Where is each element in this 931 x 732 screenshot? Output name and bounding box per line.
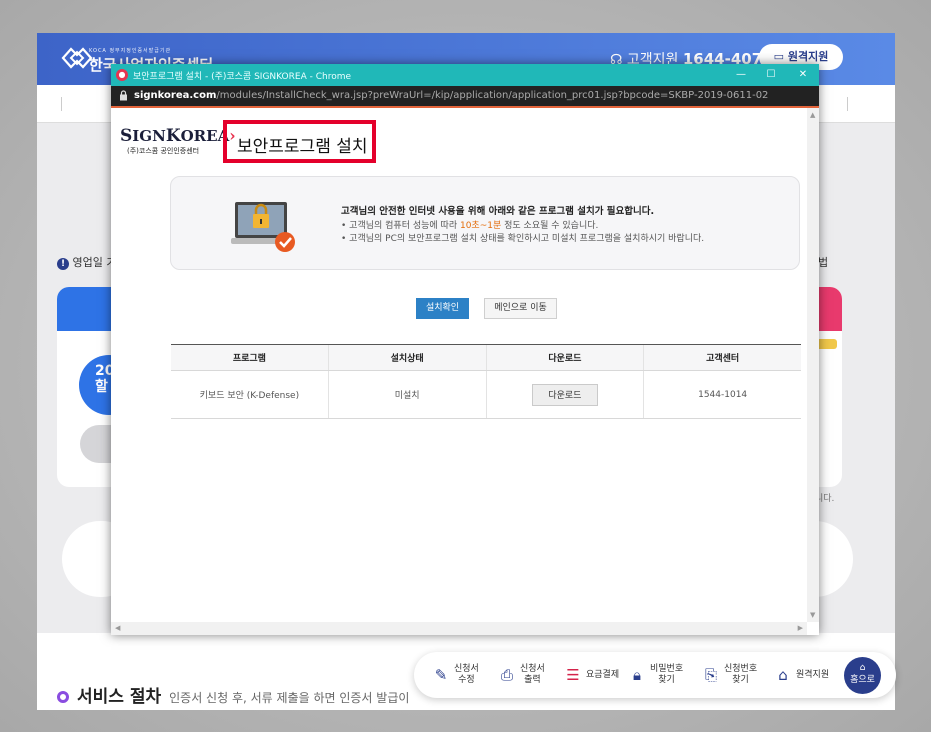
nav-divider	[847, 97, 848, 111]
popup-content: SIGNKOREA› (주)코스콤 공인인증센터 보안프로그램 설치 고객님의 …	[111, 108, 807, 622]
scroll-up-arrow-icon[interactable]: ▲	[810, 111, 815, 119]
quick-label: 신청서 출력	[520, 664, 545, 685]
url-domain: signkorea.com	[134, 90, 217, 101]
program-table: 프로그램 설치상태 다운로드 고객센터 키보드 보안 (K-Defense) 미…	[171, 344, 801, 419]
info-line1-post: 정도 소요될 수 있습니다.	[501, 221, 599, 231]
quick-label: 신청번호 찾기	[724, 664, 758, 685]
pencil-icon: ✎	[434, 666, 448, 684]
download-button[interactable]: 다운로드	[531, 383, 598, 406]
quick-edit-application[interactable]: ✎ 신청서 수정	[432, 662, 479, 688]
program-name: 키보드 보안 (K-Defense)	[171, 371, 329, 418]
minimize-button[interactable]: —	[731, 67, 751, 83]
quick-remote-support[interactable]: ⌂ 원격지원	[774, 662, 829, 688]
info-line-install: • 고객님의 PC의 보안프로그램 설치 상태를 확인하시고 미설치 프로그램을…	[341, 234, 705, 244]
table-row: 키보드 보안 (K-Defense) 미설치 다운로드 1544-1014	[171, 371, 801, 419]
page-title: 보안프로그램 설치	[223, 120, 376, 163]
quick-find-application-number[interactable]: ⎘ 신청번호 찾기	[702, 662, 757, 688]
table-header: 고객센터	[706, 354, 740, 364]
notice-left: ! 영업일 기	[57, 254, 116, 270]
scroll-right-arrow-icon[interactable]: ▶	[798, 624, 803, 632]
remote-support-label: 원격지원	[787, 50, 829, 63]
alert-icon: !	[57, 258, 69, 270]
remote-support-icon: ⌂	[778, 666, 788, 684]
window-title: 보안프로그램 설치 - (주)코스콤 SIGNKOREA - Chrome	[133, 72, 352, 82]
quick-label: 원격지원	[796, 669, 830, 680]
url-path: /modules/InstallCheck_wra.jsp?preWraUrl=…	[216, 90, 769, 101]
window-titlebar[interactable]: ● 보안프로그램 설치 - (주)코스콤 SIGNKOREA - Chrome …	[111, 64, 819, 86]
customer-center-phone: 1544-1014	[698, 389, 748, 400]
quick-payment[interactable]: ☰ 요금결제	[564, 662, 619, 688]
maximize-button[interactable]: ☐	[761, 67, 781, 83]
quick-find-password[interactable]: 🔒︎ 비밀번호 찾기	[628, 662, 683, 688]
quick-label: 신청서 수정	[454, 664, 479, 685]
vertical-scrollbar[interactable]: ▲ ▼	[807, 108, 819, 622]
home-icon: ⌂	[859, 663, 866, 673]
notice-right: 법	[818, 256, 829, 269]
quick-label: 비밀번호 찾기	[650, 664, 684, 685]
info-line-duration: • 고객님의 컴퓨터 성능에 따라 10초~1분 정도 소요될 수 있습니다.	[341, 220, 704, 233]
install-check-button[interactable]: 설치확인	[416, 298, 469, 319]
chrome-popup-window: ● 보안프로그램 설치 - (주)코스콤 SIGNKOREA - Chrome …	[111, 64, 819, 635]
info-text: 고객님의 안전한 인터넷 사용을 위해 아래와 같은 프로그램 설치가 필요합니…	[341, 205, 704, 246]
round-card-right[interactable]	[813, 521, 853, 597]
notice-left-text: 영업일 기	[72, 256, 117, 269]
lock-icon: 🔒︎	[633, 666, 641, 684]
laptop-lock-icon	[231, 202, 295, 252]
horizontal-scrollbar[interactable]: ◀ ▶	[111, 622, 807, 635]
logo-subtitle: (주)코스콤 공인인증센터	[127, 147, 200, 155]
info-headline: 고객님의 안전한 인터넷 사용을 위해 아래와 같은 프로그램 설치가 필요합니…	[341, 206, 655, 217]
close-button[interactable]: ✕	[793, 67, 813, 83]
nav-divider	[61, 97, 62, 111]
quick-label: 요금결제	[586, 669, 620, 680]
logo-tagline: KOCA 정부지정인증서발급기관	[89, 48, 172, 54]
service-process-heading: 서비스 절차 인증서 신청 후, 서류 제출을 하면 인증서 발급이	[57, 682, 409, 707]
install-status: 미설치	[329, 371, 487, 418]
chrome-favicon-icon: ●	[116, 69, 128, 81]
logo-wordmark: SIGNKOREA›	[120, 126, 236, 146]
download-cell: 다운로드	[487, 371, 645, 418]
home-button[interactable]: ⌂ 홈으로	[844, 657, 881, 694]
table-header: 프로그램	[171, 345, 329, 370]
scroll-down-arrow-icon[interactable]: ▼	[810, 611, 815, 619]
process-title: 서비스 절차	[77, 687, 162, 707]
info-duration-highlight: 10초~1분	[459, 221, 502, 231]
scroll-left-arrow-icon[interactable]: ◀	[115, 624, 120, 632]
coin-stack-icon: ☰	[566, 666, 580, 684]
monitor-icon: ▭	[773, 50, 785, 63]
url-text[interactable]: signkorea.com/modules/InstallCheck_wra.j…	[134, 90, 768, 101]
info-line1-pre: • 고객님의 컴퓨터 성능에 따라	[341, 221, 460, 231]
desktop-background: KOCA 정부지정인증서발급기관 한국사업자인증센터 ☊ 고객지원 1644-4…	[0, 0, 931, 732]
signkorea-logo: SIGNKOREA› (주)코스콤 공인인증센터	[120, 126, 236, 156]
address-bar[interactable]: signkorea.com/modules/InstallCheck_wra.j…	[111, 86, 819, 106]
printer-icon: ⎙	[500, 666, 513, 684]
circle-bullet-icon	[57, 691, 69, 703]
quick-print-application[interactable]: ⎙ 신청서 출력	[498, 662, 545, 688]
home-label: 홈으로	[850, 675, 875, 685]
go-main-button[interactable]: 메인으로 이동	[484, 298, 557, 319]
table-header-row: 프로그램 설치상태 다운로드 고객센터	[171, 345, 801, 371]
document-search-icon: ⎘	[704, 666, 717, 684]
table-header: 설치상태	[329, 345, 487, 370]
process-subtitle: 인증서 신청 후, 서류 제출을 하면 인증서 발급이	[169, 691, 410, 705]
quick-menu-bar: ✎ 신청서 수정 ⎙ 신청서 출력 ☰ 요금결제 🔒︎ 비밀번호 찾기 ⎘ 신청번호 찾…	[414, 652, 896, 698]
lock-icon	[120, 90, 127, 101]
table-header: 다운로드	[487, 345, 645, 370]
info-box: 고객님의 안전한 인터넷 사용을 위해 아래와 같은 프로그램 설치가 필요합니…	[170, 176, 800, 270]
